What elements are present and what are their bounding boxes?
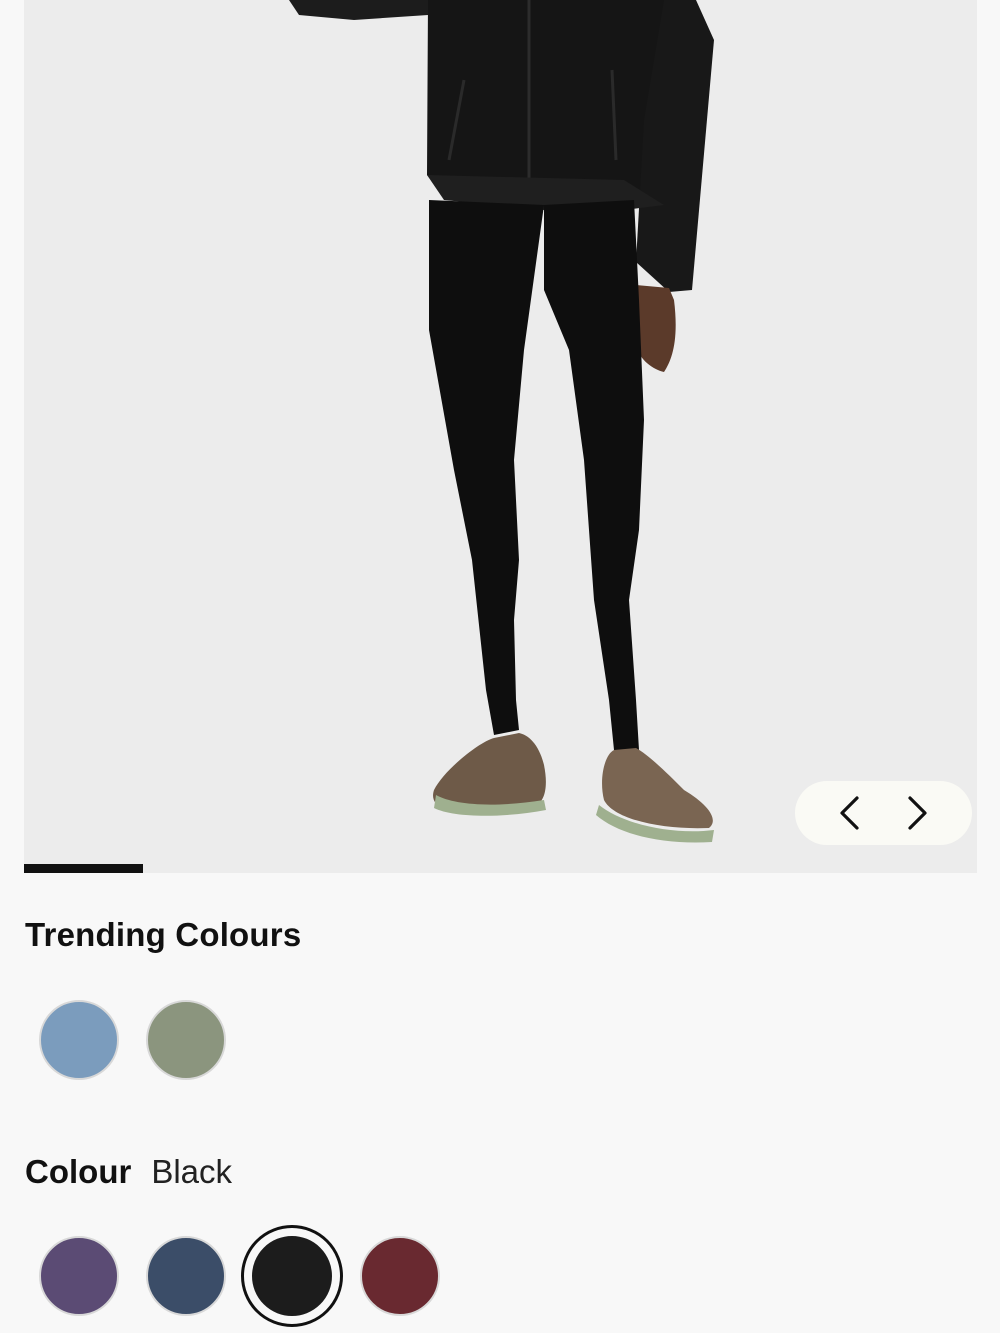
next-image-button[interactable]	[893, 789, 941, 837]
gallery-progress-bar	[24, 864, 977, 873]
colour-label: Colour	[25, 1153, 132, 1190]
trending-colour-swatches	[25, 986, 239, 1093]
colour-swatch-4[interactable]	[346, 1222, 453, 1329]
colour-selection-header: Colour Black	[25, 1153, 232, 1191]
colour-swatch-color	[252, 1236, 332, 1316]
selected-colour-name: Black	[151, 1153, 233, 1190]
colour-swatch-2[interactable]	[132, 1222, 239, 1329]
colour-swatch-1[interactable]	[25, 1222, 132, 1329]
chevron-left-icon	[840, 796, 859, 830]
colour-swatch-color	[38, 1235, 119, 1316]
trending-colour-swatch-1[interactable]	[25, 986, 132, 1093]
product-photo	[24, 0, 977, 873]
trending-colour-swatch-color	[38, 999, 119, 1080]
colour-swatch-color	[359, 1235, 440, 1316]
previous-image-button[interactable]	[826, 789, 874, 837]
colour-swatch-3[interactable]	[241, 1225, 343, 1327]
trending-colour-swatch-2[interactable]	[132, 986, 239, 1093]
gallery-progress-fill	[24, 864, 144, 873]
chevron-right-icon	[908, 796, 927, 830]
product-page: Trending Colours Colour Black	[0, 0, 1000, 1333]
trending-colours-title: Trending Colours	[25, 916, 302, 953]
product-image-gallery[interactable]	[24, 0, 977, 873]
colour-swatches	[25, 1222, 453, 1329]
trending-colour-swatch-color	[145, 999, 226, 1080]
gallery-nav-controls	[795, 781, 972, 845]
colour-swatch-color	[145, 1235, 226, 1316]
